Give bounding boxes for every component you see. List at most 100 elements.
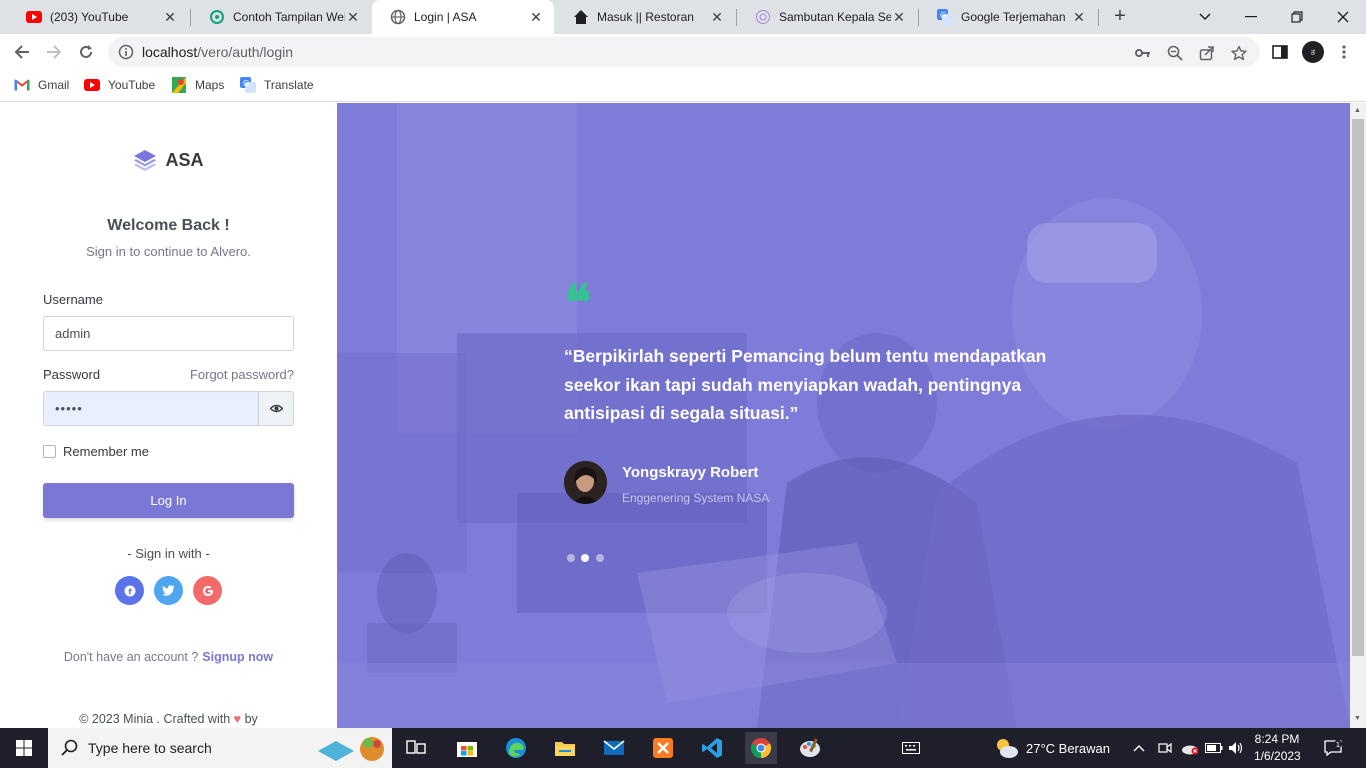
bookmark-label: Translate: [264, 78, 314, 92]
login-panel: ASA Welcome Back ! Sign in to continue t…: [0, 103, 337, 728]
close-icon[interactable]: ✕: [345, 9, 361, 25]
tab-youtube[interactable]: (203) YouTube ✕: [8, 0, 188, 34]
close-window-icon[interactable]: [1320, 0, 1366, 34]
bookmark-translate[interactable]: G Translate: [240, 77, 314, 93]
tab-search-icon[interactable]: [1182, 0, 1228, 34]
tab-title: Google Terjemahan: [961, 10, 1066, 24]
scrollbar-thumb[interactable]: [1352, 119, 1364, 656]
minimize-icon[interactable]: [1228, 0, 1274, 34]
zoom-icon[interactable]: [1166, 44, 1184, 62]
profile-initial: ಕ: [1310, 46, 1316, 58]
mail-icon[interactable]: [598, 732, 630, 764]
bookmark-gmail[interactable]: Gmail: [14, 77, 69, 93]
brand-logo[interactable]: ASA: [0, 149, 337, 171]
signup-link[interactable]: Signup now: [202, 650, 273, 664]
page-title: Welcome Back !: [107, 217, 230, 234]
layers-logo-icon: [134, 150, 157, 171]
maps-icon: [171, 77, 187, 93]
vscode-icon[interactable]: [696, 732, 728, 764]
microsoft-store-icon[interactable]: [451, 732, 483, 764]
close-icon[interactable]: ✕: [709, 9, 725, 25]
username-field[interactable]: admin: [43, 316, 294, 351]
start-button[interactable]: [0, 728, 48, 768]
footer-by: by: [244, 712, 258, 726]
show-password-button[interactable]: [259, 391, 294, 426]
volume-icon[interactable]: [1228, 728, 1244, 768]
onedrive-icon[interactable]: [1180, 728, 1200, 768]
carousel-indicator[interactable]: [567, 554, 575, 562]
search-icon: [61, 739, 78, 756]
tab-contoh[interactable]: Contoh Tampilan Web ✕: [191, 0, 371, 34]
close-icon[interactable]: ✕: [162, 9, 178, 25]
bookmark-label: Maps: [195, 78, 225, 92]
facebook-login-button[interactable]: f: [115, 576, 144, 605]
tab-sambutan[interactable]: Sambutan Kepala Seko ✕: [737, 0, 917, 34]
info-icon[interactable]: [118, 44, 134, 60]
avatar[interactable]: ಕ: [1302, 41, 1324, 63]
tab-divider: [1098, 9, 1099, 26]
bookmark-maps[interactable]: Maps: [171, 77, 224, 93]
remember-me-row: Remember me: [43, 444, 149, 459]
menu-kebab-icon[interactable]: [1334, 42, 1354, 62]
system-clock[interactable]: 8:24 PM 1/6/2023: [1254, 731, 1301, 765]
address-bar[interactable]: localhost/vero/auth/login: [108, 37, 1260, 67]
weather-widget[interactable]: 27°C Berawan: [994, 728, 1110, 768]
edge-icon[interactable]: [500, 732, 532, 764]
bookmark-label: Gmail: [38, 78, 70, 92]
globe-icon: [390, 9, 406, 25]
page-scrollbar[interactable]: ▲ ▼: [1350, 103, 1366, 728]
file-explorer-icon[interactable]: [549, 732, 581, 764]
show-hidden-icons-button[interactable]: [1133, 728, 1145, 768]
side-panel-icon[interactable]: [1270, 42, 1290, 62]
tab-google-terjemahan[interactable]: G Google Terjemahan ✕: [919, 0, 1097, 34]
close-icon[interactable]: ✕: [1071, 9, 1087, 25]
tab-masuk-restoran[interactable]: Masuk || Restoran ✕: [555, 0, 735, 34]
tab-title: Masuk || Restoran: [597, 10, 694, 24]
clock-time: 8:24 PM: [1254, 732, 1300, 746]
paint-icon[interactable]: [794, 732, 826, 764]
taskbar-search-input[interactable]: Type here to search: [48, 728, 392, 768]
tab-login-asa[interactable]: Login | ASA ✕: [372, 0, 554, 34]
notification-center-icon[interactable]: 1: [1324, 728, 1342, 768]
carousel-indicator-active[interactable]: [581, 554, 589, 562]
url-host: localhost: [142, 44, 198, 60]
bookmark-star-icon[interactable]: [1230, 44, 1248, 62]
password-field[interactable]: •••••: [43, 391, 259, 426]
windows-taskbar: Type here to search 27°C Berawan 8:24 PM…: [0, 728, 1366, 768]
new-tab-button[interactable]: +: [1108, 5, 1132, 29]
remember-me-label[interactable]: Remember me: [63, 444, 149, 459]
browser-toolbar: localhost/vero/auth/login ಕ: [0, 34, 1366, 70]
testimonial-role: Enggenering System NASA: [622, 491, 770, 505]
login-button[interactable]: Log In: [43, 483, 294, 518]
back-icon[interactable]: [8, 38, 36, 66]
carousel-indicator[interactable]: [596, 554, 604, 562]
keyboard-icon[interactable]: [895, 732, 927, 764]
scroll-down-icon[interactable]: ▼: [1354, 715, 1362, 723]
close-icon[interactable]: ✕: [891, 9, 907, 25]
close-icon[interactable]: ✕: [528, 9, 544, 25]
chrome-icon[interactable]: [745, 732, 777, 764]
password-label: Password: [43, 367, 101, 382]
twitter-login-button[interactable]: [154, 576, 183, 605]
no-account-text: Don't have an account ?: [63, 650, 199, 664]
task-view-icon[interactable]: [400, 732, 432, 764]
facebook-icon: f: [124, 585, 135, 596]
footer-credit: © 2023 Minia . Crafted with ♥ by: [0, 712, 337, 726]
xampp-icon[interactable]: [647, 732, 679, 764]
battery-icon[interactable]: [1205, 728, 1223, 768]
bookmark-youtube[interactable]: YouTube: [84, 77, 155, 93]
meet-now-icon[interactable]: [1158, 728, 1172, 768]
restore-icon[interactable]: [1274, 0, 1320, 34]
scroll-up-icon[interactable]: ▲: [1354, 107, 1362, 115]
forward-icon[interactable]: [40, 38, 68, 66]
key-icon[interactable]: [1134, 44, 1152, 62]
remember-me-checkbox[interactable]: [43, 445, 56, 458]
google-login-button[interactable]: [193, 576, 222, 605]
tab-title: (203) YouTube: [50, 10, 129, 24]
reload-icon[interactable]: [72, 38, 100, 66]
share-icon[interactable]: [1198, 44, 1216, 62]
signup-prompt: Don't have an account ? Signup now: [0, 650, 337, 664]
school-icon: [755, 9, 771, 25]
forgot-password-link[interactable]: Forgot password?: [190, 367, 294, 382]
clock-date: 1/6/2023: [1254, 749, 1301, 763]
